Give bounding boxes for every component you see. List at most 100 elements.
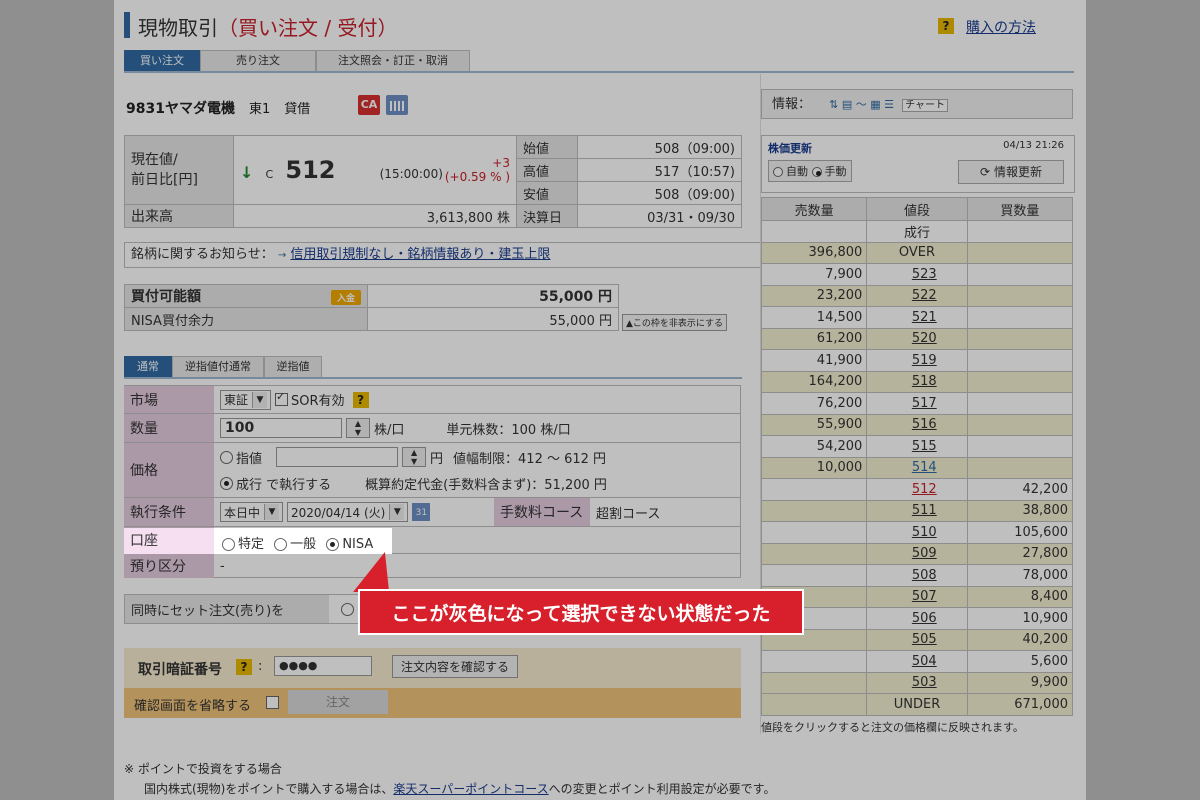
price-link[interactable]: 523 — [866, 263, 968, 286]
manual-radio[interactable] — [811, 167, 822, 177]
hide-frame-button[interactable]: ▲この枠を非表示にする — [622, 314, 728, 331]
chevron-down-icon: ▼ — [252, 391, 268, 408]
info-bar: 情報： ⇅ ▤ 〜 ▦ ☰ チャート — [761, 89, 1073, 119]
condition-select[interactable]: 本日中 ▼ — [220, 502, 284, 522]
help-icon[interactable]: ? — [236, 659, 252, 675]
price-link[interactable]: 508 — [866, 564, 968, 587]
order-book-row: 14,500 521 — [760, 306, 1074, 329]
pin-input[interactable]: ●●●● — [274, 656, 372, 676]
pin-label: 取引暗証番号 — [138, 662, 222, 678]
price-stepper[interactable]: ▲ ▼ — [402, 447, 427, 467]
price-link[interactable]: 505 — [866, 628, 968, 651]
nisa-label: NISA買付余力 — [124, 307, 368, 331]
buy-qty — [966, 456, 1074, 479]
price-link[interactable]: 506 — [866, 607, 968, 630]
tab-normal[interactable]: 通常 — [124, 356, 172, 378]
price-link[interactable]: 510 — [866, 521, 968, 544]
price-link[interactable]: 521 — [866, 306, 968, 329]
chart-button[interactable]: チャート — [902, 99, 949, 112]
market-order-radio[interactable] — [220, 476, 233, 490]
buy-qty: 10,900 — [966, 607, 1074, 630]
price-link[interactable]: 512 — [866, 478, 968, 501]
price-link[interactable]: 515 — [866, 435, 968, 458]
buy-qty — [966, 349, 1074, 372]
quantity-row: 数量 100 ▲ ▼ 株/口 単元株数：100 株/口 — [124, 414, 741, 443]
sell-qty: 76,200 — [760, 392, 868, 415]
price-time: (15:00:00) — [379, 167, 443, 181]
market-select[interactable]: 東証 ▼ — [220, 389, 272, 410]
refresh-button[interactable]: ⟳ 情報更新 — [958, 160, 1064, 184]
sor-checkbox[interactable] — [275, 390, 289, 406]
current-price-label: 現在値/前日比[円] — [124, 135, 234, 205]
market-label: 市場 — [124, 386, 214, 413]
order-book-row: 505 40,200 — [760, 628, 1074, 651]
help-icon[interactable]: ? — [352, 391, 369, 408]
account-ippan-radio[interactable] — [274, 538, 288, 551]
title-accent-bar — [124, 12, 130, 38]
update-label: 株価更新 — [768, 142, 812, 155]
how-to-buy-link[interactable]: 購入の方法 — [966, 17, 1036, 37]
account-options: 特定 一般 NISA — [222, 533, 373, 552]
buy-qty — [966, 435, 1074, 458]
price-link[interactable]: 509 — [866, 542, 968, 565]
account-row-highlight: 口座 特定 一般 NISA — [124, 528, 392, 554]
help-icon: ? — [938, 18, 954, 34]
account-tokutei-radio[interactable] — [222, 538, 235, 551]
price-link[interactable]: 507 — [866, 585, 968, 608]
price-link[interactable]: 522 — [866, 284, 968, 307]
tab-buy-order[interactable]: 買い注文 — [124, 50, 200, 72]
buy-qty — [966, 306, 1074, 329]
volume-value: 3,613,800 株 — [233, 204, 517, 228]
buy-qty — [966, 327, 1074, 350]
price-link[interactable]: 504 — [866, 650, 968, 673]
price-range: 値幅制限：412 〜 612 円 — [453, 451, 607, 467]
info-icons[interactable]: ⇅ ▤ 〜 ▦ ☰ — [829, 98, 894, 111]
confirm-order-button[interactable]: 注文内容を確認する — [392, 655, 519, 678]
quantity-stepper[interactable]: ▲ ▼ — [346, 418, 370, 438]
set-order-radio[interactable] — [341, 603, 354, 616]
price-link[interactable]: 511 — [866, 499, 968, 522]
price-change: +3 (+0.59 % ) — [444, 156, 510, 184]
quantity-unit: 株/口 — [374, 422, 405, 438]
tab-stop-normal[interactable]: 逆指値付通常 — [172, 356, 264, 378]
sell-qty — [760, 521, 868, 544]
account-nisa-radio[interactable] — [326, 538, 340, 551]
point-course-link[interactable]: 楽天スーパーポイントコース — [393, 782, 548, 796]
quantity-input[interactable]: 100 — [220, 418, 342, 438]
auto-radio[interactable] — [773, 167, 783, 177]
callout-annotation: ここが灰色になって選択できない状態だった — [358, 589, 804, 635]
tab-divider — [124, 71, 1074, 73]
fee-label: 手数料コース — [494, 498, 590, 526]
date-select[interactable]: 2020/04/14 (火) ▼ — [287, 502, 409, 522]
pin-row: 取引暗証番号 ? : ●●●● 注文内容を確認する — [124, 648, 741, 688]
order-book-row: 61,200 520 — [760, 327, 1074, 350]
deposit-button[interactable]: 入金 — [330, 290, 361, 305]
limit-radio[interactable] — [220, 450, 233, 464]
tab-stop[interactable]: 逆指値 — [264, 356, 322, 378]
buy-qty: 8,400 — [966, 585, 1074, 608]
tab-order-inquiry[interactable]: 注文照会・訂正・取消 — [316, 50, 470, 72]
notice-link[interactable]: 信用取引規制なし・銘柄情報あり・建玉上限 — [290, 247, 550, 262]
under-label: UNDER — [866, 693, 968, 716]
order-book-row: 510 105,600 — [760, 521, 1074, 544]
price-link[interactable]: 516 — [866, 413, 968, 436]
ippan-label: 一般 — [290, 537, 317, 552]
calendar-icon[interactable]: 31 — [412, 503, 431, 521]
ca-badge-icon[interactable]: CA — [358, 95, 380, 115]
auto-manual-toggle[interactable]: 自動 手動 — [768, 160, 852, 182]
calendar-icon[interactable] — [386, 95, 408, 115]
market-order-row: 成行 — [866, 220, 968, 243]
limit-price-input[interactable] — [276, 447, 399, 467]
order-button[interactable]: 注文 — [288, 690, 388, 714]
under-qty: 671,000 — [966, 693, 1074, 716]
price-link[interactable]: 520 — [866, 327, 968, 350]
tab-sell-order[interactable]: 売り注文 — [200, 50, 316, 72]
price-link[interactable]: 519 — [866, 349, 968, 372]
over-label: OVER — [866, 241, 968, 264]
price-link[interactable]: 518 — [866, 370, 968, 393]
price-link[interactable]: 514 — [866, 456, 968, 479]
price-link[interactable]: 517 — [866, 392, 968, 415]
buy-qty: 27,800 — [966, 542, 1074, 565]
skip-confirm-checkbox[interactable] — [266, 696, 279, 709]
price-link[interactable]: 503 — [866, 671, 968, 694]
